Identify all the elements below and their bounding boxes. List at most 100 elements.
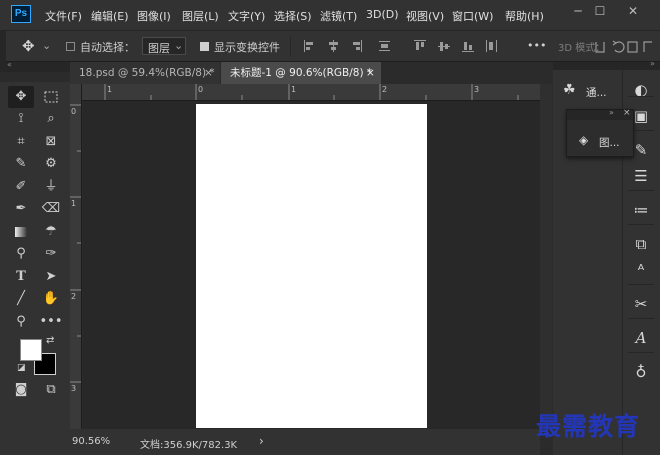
properties-panel-icon[interactable]: ≔ bbox=[626, 196, 656, 224]
maximize-button[interactable]: ☐ bbox=[591, 4, 609, 18]
toolbar-collapse-strip[interactable]: « bbox=[0, 60, 70, 72]
type-tool[interactable]: T bbox=[8, 266, 34, 288]
ruler-label: 2 bbox=[71, 292, 77, 301]
pen-tool[interactable]: ✑ bbox=[38, 243, 64, 265]
channels-panel-label[interactable]: 通... bbox=[586, 85, 607, 100]
tab-18psd[interactable]: 18.psd @ 59.4%(RGB/8) * × bbox=[70, 62, 220, 84]
menu-file[interactable]: 文件(F) bbox=[45, 8, 82, 24]
close-button[interactable]: ✕ bbox=[624, 4, 642, 18]
eraser-tool[interactable]: ⌫ bbox=[38, 198, 64, 220]
color-panel-icon[interactable]: ◐ bbox=[626, 76, 656, 104]
blur-tool[interactable]: ☂ bbox=[38, 221, 64, 243]
ruler-label: 1 bbox=[107, 85, 113, 94]
frame-tool[interactable]: ⊠ bbox=[38, 131, 64, 153]
marquee-tool[interactable] bbox=[38, 86, 64, 108]
hand-tool[interactable]: ✋ bbox=[38, 288, 64, 310]
menu-edit[interactable]: 编辑(E) bbox=[91, 8, 129, 24]
distribute-vertical-icon bbox=[486, 40, 497, 52]
zoom-tool[interactable]: ⚲ bbox=[8, 311, 34, 333]
spot-healing-tool[interactable]: ⚙ bbox=[38, 153, 64, 175]
move-tool-icon[interactable]: ✥ bbox=[22, 37, 35, 55]
move-tool[interactable]: ✥ bbox=[8, 86, 34, 108]
tools-panel-icon[interactable]: ✂ bbox=[626, 290, 656, 318]
menu-type[interactable]: 文字(Y) bbox=[228, 8, 265, 24]
more-options-button[interactable]: ••• bbox=[527, 39, 546, 52]
panel-collapse-strip[interactable]: » bbox=[553, 59, 660, 70]
learn-panel-icon[interactable]: ♁ bbox=[626, 358, 656, 386]
glyphs-panel-icon[interactable]: A bbox=[626, 324, 656, 352]
expand-arrows-icon[interactable]: » bbox=[609, 108, 614, 117]
align-bottom-icon bbox=[462, 42, 474, 52]
menu-image[interactable]: 图像(I) bbox=[137, 8, 171, 24]
vertical-scrollbar[interactable] bbox=[540, 84, 552, 429]
dodge-tool[interactable]: ⚲ bbox=[8, 243, 34, 265]
align-middle-icon bbox=[438, 42, 450, 51]
crop-tool[interactable]: ⌗ bbox=[8, 131, 34, 153]
3d-rotate-icon bbox=[614, 41, 625, 53]
panel-divider bbox=[628, 352, 654, 353]
tab-untitled-1[interactable]: 未标题-1 @ 90.6%(RGB/8) * × bbox=[221, 62, 381, 84]
screen-mode-icon[interactable]: ⧉ bbox=[38, 379, 64, 401]
lasso-tool[interactable]: ⟟ bbox=[8, 108, 34, 130]
menu-help[interactable]: 帮助(H) bbox=[505, 8, 544, 24]
status-menu-arrow[interactable]: › bbox=[259, 434, 264, 448]
tab-close-icon[interactable]: × bbox=[366, 62, 375, 84]
character-panel-icon[interactable]: ᴬ bbox=[626, 256, 656, 284]
edit-toolbar-button[interactable]: ••• bbox=[38, 311, 64, 333]
path-selection-tool[interactable]: ➤ bbox=[38, 266, 64, 288]
quick-mask-icon[interactable]: ◙ bbox=[8, 379, 34, 401]
document-size-info: 文档:356.9K/782.3K bbox=[140, 440, 238, 451]
3d-pan-icon bbox=[627, 41, 638, 53]
options-divider bbox=[290, 37, 291, 57]
zoom-level[interactable]: 90.56% bbox=[72, 436, 110, 447]
menu-bar: Ps 文件(F) 编辑(E) 图像(I) 图层(L) 文字(Y) 选择(S) 滤… bbox=[0, 0, 660, 30]
swap-colors-icon[interactable]: ⇄ bbox=[46, 335, 54, 346]
tool-preset-dropdown-icon[interactable]: ⌄ bbox=[42, 39, 51, 52]
document-tab-bar: 18.psd @ 59.4%(RGB/8) * × 未标题-1 @ 90.6%(… bbox=[70, 62, 540, 84]
align-right-icon bbox=[353, 40, 362, 52]
quick-selection-tool[interactable]: ⌕ bbox=[38, 108, 64, 130]
tab-label: 18.psd @ 59.4%(RGB/8) * bbox=[79, 67, 215, 79]
collapse-arrows-icon[interactable]: « bbox=[7, 60, 12, 69]
layers-panel-label: 图... bbox=[599, 137, 620, 149]
auto-select-checkbox[interactable] bbox=[66, 42, 75, 51]
stamp-tool[interactable]: ⏚ bbox=[38, 176, 64, 198]
menu-filter[interactable]: 滤镜(T) bbox=[320, 8, 357, 24]
layers-icon: ◈ bbox=[579, 133, 589, 147]
layers-panel-popup[interactable]: » × ◈ 图... bbox=[566, 108, 634, 157]
popup-header[interactable]: » × bbox=[567, 108, 633, 120]
default-colors-icon[interactable]: ◪ bbox=[17, 363, 26, 373]
vertical-align-icons bbox=[414, 40, 497, 52]
auto-select-target-select[interactable]: 图层 ⌄ bbox=[142, 37, 186, 55]
auto-select-label: 自动选择： bbox=[80, 41, 135, 54]
eyedropper-tool[interactable]: ✎ bbox=[8, 153, 34, 175]
ruler-ticks bbox=[104, 84, 519, 100]
menu-3d[interactable]: 3D(D) bbox=[366, 8, 399, 21]
brush-tool[interactable]: ✐ bbox=[8, 176, 34, 198]
tab-close-icon[interactable]: × bbox=[204, 62, 213, 84]
show-transform-checkbox[interactable] bbox=[200, 42, 209, 51]
clone-source-panel-icon[interactable]: ⧉ bbox=[626, 230, 656, 258]
history-brush-tool[interactable]: ✒ bbox=[8, 198, 34, 220]
gradient-tool[interactable] bbox=[8, 221, 34, 243]
menu-view[interactable]: 视图(V) bbox=[406, 8, 444, 24]
menu-window[interactable]: 窗口(W) bbox=[452, 8, 493, 24]
chevron-down-icon: ⌄ bbox=[174, 39, 184, 52]
menu-select[interactable]: 选择(S) bbox=[274, 8, 312, 24]
minimize-button[interactable]: ─ bbox=[569, 4, 587, 18]
line-tool[interactable]: ╱ bbox=[8, 288, 34, 310]
popup-close-icon[interactable]: × bbox=[623, 108, 631, 118]
channels-icon[interactable]: ☘ bbox=[563, 82, 576, 98]
foreground-color-swatch[interactable] bbox=[20, 339, 42, 361]
adjustments-panel-icon[interactable]: ☰ bbox=[626, 162, 656, 190]
collapse-arrows-icon[interactable]: » bbox=[650, 59, 655, 68]
align-top-icon bbox=[414, 40, 426, 50]
tab-label: 未标题-1 @ 90.6%(RGB/8) * bbox=[230, 67, 373, 79]
ruler-label: 0 bbox=[71, 107, 77, 116]
options-bar-grip[interactable] bbox=[0, 31, 6, 62]
panel-divider bbox=[628, 224, 654, 225]
align-left-icon bbox=[304, 40, 313, 52]
menu-layer[interactable]: 图层(L) bbox=[182, 8, 219, 24]
document-canvas[interactable] bbox=[196, 104, 427, 428]
panel-divider bbox=[628, 318, 654, 319]
